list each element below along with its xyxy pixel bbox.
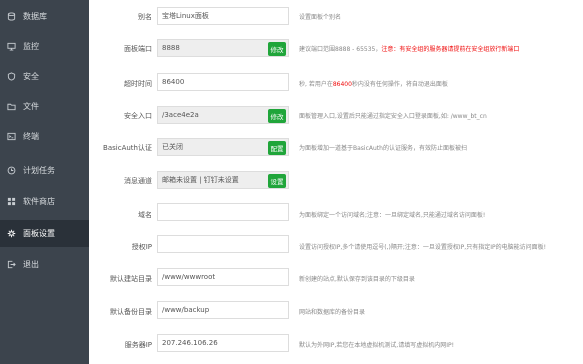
basic-auth-label: BasicAuth认证 [103,144,152,152]
auth-ip-label: 授权IP [131,243,152,251]
backup-dir-help: 网站和数据库的备份目录 [299,309,366,316]
site-dir-input[interactable]: /www/wwwroot [157,268,289,286]
sidebar-item-label: 计划任务 [23,165,55,175]
sidebar-item-panel-settings[interactable]: 面板设置 [0,220,89,247]
server-ip-help: 默认为外网IP,若您在本地虚拟机测试,请填写虚拟机内网IP! [299,342,454,349]
timeout-input[interactable]: 86400 [157,73,289,91]
port-help-warning: 注意：有安全组的服务器请提前在安全组放行新端口 [381,46,520,53]
timeout-help-suffix: 秒内没有任何操作，将自动退出面板 [351,81,448,88]
entry-help: 面板管理入口,设置后只能通过指定安全入口登录面板,如: /www_bt_cn [299,113,487,120]
basic-auth-help: 为面板增加一道基于BasicAuth的认证服务，有效防止面板被扫 [299,145,467,152]
alias-label: 别名 [138,13,152,21]
sidebar-item-files[interactable]: 文件 [0,94,89,118]
site-dir-help: 新创建的站点,默认保存到该目录的下级目录 [299,276,415,283]
domain-label: 域名 [138,211,152,219]
sidebar-item-label: 面板设置 [23,229,55,238]
auth-ip-input[interactable] [157,235,289,253]
notify-setup-button[interactable]: 设置 [268,174,286,188]
sidebar-item-label: 监控 [23,41,39,51]
timeout-label: 超时时间 [124,80,152,88]
shield-icon [6,71,16,81]
grid-icon [6,196,16,206]
entry-label: 安全入口 [124,112,152,120]
notify-label: 消息通道 [124,177,152,185]
timeout-help-value: 86400 [332,81,352,88]
gear-icon [6,229,16,239]
sidebar-item-security[interactable]: 安全 [0,64,89,88]
clock-icon [6,165,16,175]
backup-dir-label: 默认备份目录 [110,308,152,316]
domain-help: 为面板绑定一个访问域名;注意：一旦绑定域名,只能通过域名访问面板! [299,212,486,219]
entry-modify-button[interactable]: 修改 [268,109,286,123]
folder-icon [6,101,16,111]
sidebar-item-database[interactable]: 数据库 [0,4,89,28]
sidebar-item-store[interactable]: 软件商店 [0,189,89,213]
sidebar-item-monitor[interactable]: 监控 [0,34,89,58]
timeout-help: 秒, 若用户在86400秒内没有任何操作，将自动退出面板 [299,79,448,88]
sidebar-item-terminal[interactable]: 终端 [0,124,89,148]
site-dir-label: 默认建站目录 [110,275,152,283]
sidebar-item-label: 软件商店 [23,196,55,206]
auth-ip-help: 设置访问授权IP,多个请使用逗号(,)隔开;注意：一旦设置授权IP,只有指定IP… [299,244,546,251]
port-label: 面板端口 [124,45,152,53]
sidebar: 数据库 监控 安全 文件 终端 计划任务 软件商店 面板设置 退出 [0,0,89,364]
alias-help: 设置面板个别名 [299,14,342,21]
alias-input[interactable]: 宝塔Linux面板 [157,7,289,25]
basic-auth-config-button[interactable]: 配置 [268,141,286,155]
timeout-help-prefix: 秒, 若用户在 [299,81,333,88]
port-help: 建议端口范围8888 - 65535，注意：有安全组的服务器请提前在安全组放行新… [299,44,519,53]
server-ip-input[interactable]: 207.246.106.26 [157,334,289,352]
domain-input[interactable] [157,203,289,221]
port-modify-button[interactable]: 修改 [268,42,286,56]
sidebar-item-label: 数据库 [23,11,47,21]
sidebar-item-logout[interactable]: 退出 [0,252,89,276]
sidebar-item-label: 终端 [23,131,39,141]
sidebar-item-cron[interactable]: 计划任务 [0,158,89,182]
server-ip-label: 服务器IP [124,341,152,349]
database-icon [6,11,16,21]
backup-dir-input[interactable]: /www/backup [157,301,289,319]
logout-icon [6,259,16,269]
sidebar-item-label: 退出 [23,259,39,269]
terminal-icon [6,131,16,141]
monitor-icon [6,41,16,51]
sidebar-item-label: 安全 [23,71,39,81]
port-help-text: 建议端口范围8888 - 65535， [299,46,382,53]
sidebar-item-label: 文件 [23,101,39,111]
